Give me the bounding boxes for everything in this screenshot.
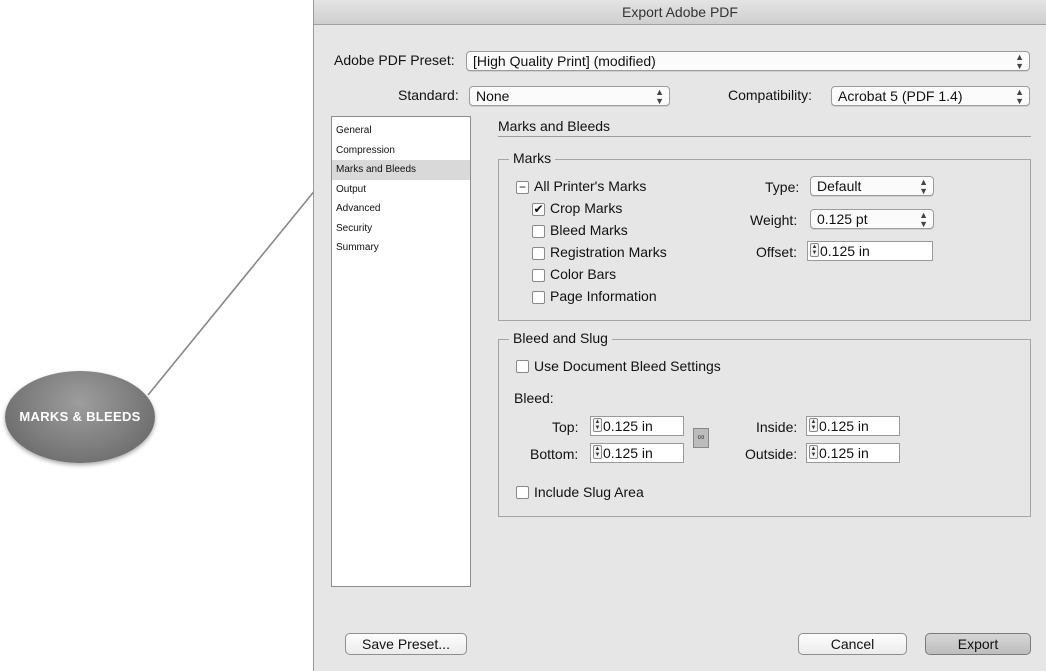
save-preset-button[interactable]: Save Preset... <box>345 633 467 655</box>
bleed-inside-label: Inside: <box>756 419 798 435</box>
bleed-outside-value: 0.125 in <box>819 445 869 461</box>
cancel-button[interactable]: Cancel <box>798 633 907 655</box>
include-slug-label: Include Slug Area <box>534 484 644 500</box>
sidebar-item-general[interactable]: General <box>332 121 470 141</box>
standard-value: None <box>476 88 510 104</box>
type-label: Type: <box>765 179 800 195</box>
select-arrows-icon: ▲ ▼ <box>655 87 664 106</box>
select-arrows-icon: ▲ ▼ <box>1015 52 1024 71</box>
sidebar-item-advanced[interactable]: Advanced <box>332 199 470 219</box>
bleed-marks-checkbox[interactable] <box>532 225 545 238</box>
color-bars-checkbox[interactable] <box>532 269 545 282</box>
bleed-label: Bleed: <box>514 390 554 406</box>
page-information-label: Page Information <box>550 288 657 304</box>
weight-value: 0.125 pt <box>817 211 868 227</box>
bleed-inside-field[interactable]: ▲ ▼ 0.125 in <box>806 416 900 436</box>
compatibility-value: Acrobat 5 (PDF 1.4) <box>838 88 963 104</box>
bleed-bottom-label: Bottom: <box>530 446 579 462</box>
stepper-icon[interactable]: ▲ ▼ <box>809 445 818 459</box>
dash-icon: − <box>518 180 526 194</box>
type-value: Default <box>817 178 862 194</box>
export-pdf-dialog: Export Adobe PDF Adobe PDF Preset: [High… <box>313 0 1046 671</box>
bleed-outside-field[interactable]: ▲ ▼ 0.125 in <box>806 443 900 463</box>
offset-value: 0.125 in <box>820 243 870 259</box>
stepper-icon[interactable]: ▲ ▼ <box>593 445 602 459</box>
callout-badge: MARKS & BLEEDS <box>5 371 155 463</box>
offset-label: Offset: <box>756 244 797 260</box>
select-arrows-icon: ▲ ▼ <box>919 210 928 229</box>
use-document-bleed-label: Use Document Bleed Settings <box>534 358 721 374</box>
sidebar-item-summary[interactable]: Summary <box>332 238 470 258</box>
compatibility-select[interactable]: Acrobat 5 (PDF 1.4) ▲ ▼ <box>831 86 1030 106</box>
chain-link-icon[interactable]: ∞ <box>693 428 709 448</box>
offset-field[interactable]: ▲ ▼ 0.125 in <box>807 241 933 261</box>
include-slug-checkbox[interactable] <box>516 486 529 499</box>
callout-text: MARKS & BLEEDS <box>19 409 141 424</box>
color-bars-label: Color Bars <box>550 266 617 282</box>
crop-marks-checkbox[interactable]: ✔ <box>532 203 545 216</box>
sidebar-item-compression[interactable]: Compression <box>332 141 470 161</box>
all-printers-marks-label: All Printer's Marks <box>534 178 647 194</box>
bleed-marks-label: Bleed Marks <box>550 222 628 238</box>
bleed-inside-value: 0.125 in <box>819 418 869 434</box>
type-select[interactable]: Default ▲ ▼ <box>810 176 934 196</box>
bleed-top-value: 0.125 in <box>603 418 653 434</box>
stepper-icon[interactable]: ▲ ▼ <box>809 418 818 432</box>
sidebar-item-output[interactable]: Output <box>332 180 470 200</box>
standard-label: Standard: <box>398 87 459 103</box>
stepper-icon[interactable]: ▲ ▼ <box>593 418 602 432</box>
window-title: Export Adobe PDF <box>314 0 1046 25</box>
bleed-top-field[interactable]: ▲ ▼ 0.125 in <box>590 416 684 436</box>
bleed-outside-label: Outside: <box>745 446 798 462</box>
registration-marks-checkbox[interactable] <box>532 247 545 260</box>
page-information-checkbox[interactable] <box>532 291 545 304</box>
select-arrows-icon: ▲ ▼ <box>919 177 928 196</box>
weight-label: Weight: <box>750 212 798 228</box>
section-title: Marks and Bleeds <box>498 118 1031 137</box>
checkmark-icon: ✔ <box>533 202 544 216</box>
all-printers-marks-checkbox[interactable]: − <box>516 181 529 194</box>
standard-select[interactable]: None ▲ ▼ <box>469 86 670 106</box>
preset-label: Adobe PDF Preset: <box>334 52 455 68</box>
sidebar-item-marks-and-bleeds[interactable]: Marks and Bleeds <box>332 160 470 180</box>
crop-marks-label: Crop Marks <box>550 200 623 216</box>
stepper-icon[interactable]: ▲ ▼ <box>810 243 819 257</box>
compatibility-label: Compatibility: <box>728 87 813 103</box>
select-arrows-icon: ▲ ▼ <box>1015 87 1024 106</box>
weight-select[interactable]: 0.125 pt ▲ ▼ <box>810 209 934 229</box>
export-button[interactable]: Export <box>925 633 1031 655</box>
bleed-bottom-value: 0.125 in <box>603 445 653 461</box>
registration-marks-label: Registration Marks <box>550 244 667 260</box>
bleed-top-label: Top: <box>552 419 579 435</box>
category-list: General Compression Marks and Bleeds Out… <box>331 116 471 587</box>
preset-value: [High Quality Print] (modified) <box>473 53 656 69</box>
use-document-bleed-checkbox[interactable] <box>516 360 529 373</box>
marks-group-title: Marks <box>509 150 556 166</box>
bleed-bottom-field[interactable]: ▲ ▼ 0.125 in <box>590 443 684 463</box>
preset-select[interactable]: [High Quality Print] (modified) ▲ ▼ <box>466 51 1030 71</box>
sidebar-item-security[interactable]: Security <box>332 219 470 239</box>
bleed-slug-group-title: Bleed and Slug <box>509 330 612 346</box>
